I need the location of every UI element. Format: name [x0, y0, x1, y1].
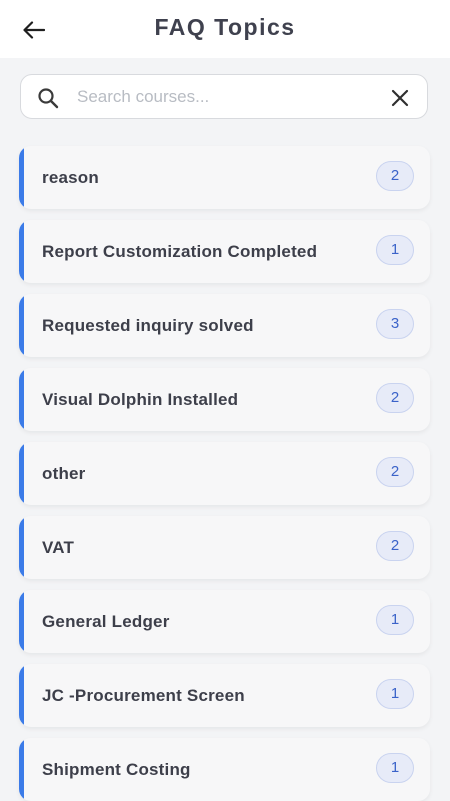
- faq-topic-item[interactable]: General Ledger 1: [19, 590, 430, 653]
- topic-count-badge: 1: [376, 753, 414, 783]
- accent-bar: [19, 146, 24, 209]
- topic-count-badge: 2: [376, 161, 414, 191]
- topic-label: General Ledger: [42, 612, 170, 631]
- topic-count-badge: 2: [376, 531, 414, 561]
- search-bar: [20, 74, 428, 119]
- faq-topic-item[interactable]: Requested inquiry solved 3: [19, 294, 430, 357]
- topic-label: Visual Dolphin Installed: [42, 390, 239, 409]
- search-input[interactable]: [77, 83, 377, 111]
- close-icon[interactable]: [389, 87, 411, 109]
- topic-count-badge: 1: [376, 679, 414, 709]
- faq-topic-item[interactable]: JC -Procurement Screen 1: [19, 664, 430, 727]
- topic-count-badge: 2: [376, 457, 414, 487]
- accent-bar: [19, 442, 24, 505]
- topic-label: reason: [42, 168, 99, 187]
- topic-label: Report Customization Completed: [42, 242, 318, 261]
- faq-topic-item[interactable]: Report Customization Completed 1: [19, 220, 430, 283]
- accent-bar: [19, 294, 24, 357]
- accent-bar: [19, 368, 24, 431]
- accent-bar: [19, 738, 24, 801]
- search-icon: [38, 88, 59, 109]
- accent-bar: [19, 220, 24, 283]
- topic-label: JC -Procurement Screen: [42, 686, 245, 705]
- accent-bar: [19, 664, 24, 727]
- topic-label: VAT: [42, 538, 75, 557]
- topic-count-badge: 3: [376, 309, 414, 339]
- faq-topic-item[interactable]: Visual Dolphin Installed 2: [19, 368, 430, 431]
- faq-topic-item[interactable]: Shipment Costing 1: [19, 738, 430, 801]
- topic-label: other: [42, 464, 86, 483]
- page-title: FAQ Topics: [154, 14, 296, 40]
- faq-topic-item[interactable]: other 2: [19, 442, 430, 505]
- topic-label: Requested inquiry solved: [42, 316, 254, 335]
- topic-count-badge: 1: [376, 235, 414, 265]
- topic-label: Shipment Costing: [42, 760, 191, 779]
- topic-count-badge: 1: [376, 605, 414, 635]
- topic-count-badge: 2: [376, 383, 414, 413]
- faq-topic-item[interactable]: VAT 2: [19, 516, 430, 579]
- accent-bar: [19, 590, 24, 653]
- accent-bar: [19, 516, 24, 579]
- faq-topic-item[interactable]: reason 2: [19, 146, 430, 209]
- app-header: FAQ Topics: [0, 0, 450, 58]
